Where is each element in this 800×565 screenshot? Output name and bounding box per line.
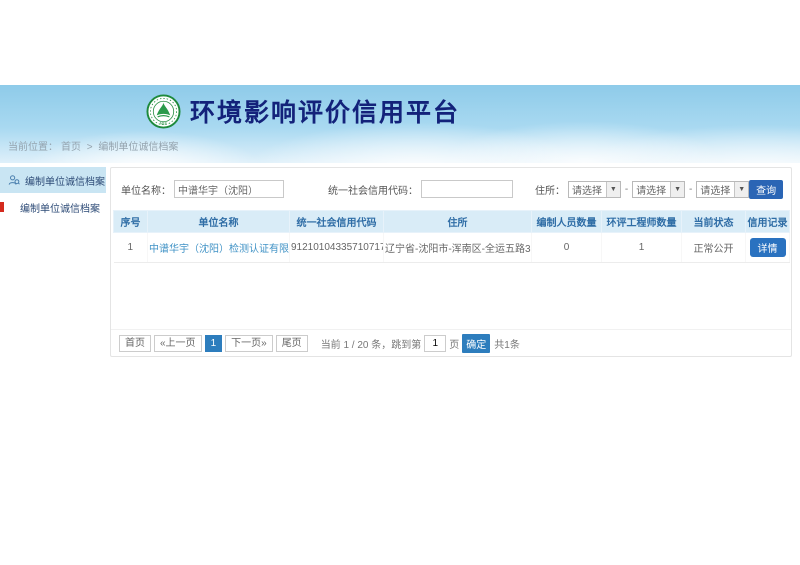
unit-name-link[interactable]: 中谱华宇（沈阳）检测认证有限公司 xyxy=(149,244,290,255)
credit-code-label: 统一社会信用代码： xyxy=(328,182,418,197)
unit-name-label: 单位名称： xyxy=(121,182,171,197)
chevron-down-icon: ▼ xyxy=(734,182,748,197)
sidebar-item-label: 编制单位诚信档案 xyxy=(20,200,100,215)
cell-engineer-count: 1 xyxy=(602,233,682,263)
pagination-page-word: 页 xyxy=(449,336,459,351)
col-index: 序号 xyxy=(114,211,148,233)
person-search-icon xyxy=(8,174,20,186)
pagination-page-1-button[interactable]: 1 xyxy=(205,335,223,352)
pagination: 首页 «上一页 1 下一页» 尾页 当前 1 / 20 条，跳到第 页 确定 共… xyxy=(111,329,791,356)
results-table: 序号 单位名称 统一社会信用代码 住所 编制人员数量 环评工程师数量 当前状态 … xyxy=(113,210,790,263)
col-staff-count: 编制人员数量 xyxy=(532,211,602,233)
city-select[interactable]: 请选择 ▼ xyxy=(632,181,685,198)
jump-confirm-button[interactable]: 确定 xyxy=(462,334,490,353)
col-credit-record: 信用记录 xyxy=(746,211,790,233)
sidebar-item-credit-archive[interactable]: 编制单位诚信档案 xyxy=(0,194,106,220)
main-panel: 单位名称： 统一社会信用代码： 住所： 请选择 ▼ - 请选择 ▼ - 请选择 … xyxy=(110,167,792,357)
credit-code-input[interactable] xyxy=(421,180,513,198)
col-engineer-count: 环评工程师数量 xyxy=(602,211,682,233)
filter-bar: 单位名称： 统一社会信用代码： 住所： 请选择 ▼ - 请选择 ▼ - 请选择 … xyxy=(121,179,783,199)
pagination-next-button[interactable]: 下一页» xyxy=(225,335,273,352)
col-credit-code: 统一社会信用代码 xyxy=(290,211,384,233)
district-select-value: 请选择 xyxy=(697,182,734,197)
pagination-first-button[interactable]: 首页 xyxy=(119,335,151,352)
svg-text:MEE: MEE xyxy=(160,121,168,125)
brand: MEE 环境影响评价信用平台 xyxy=(146,92,460,130)
col-status: 当前状态 xyxy=(682,211,746,233)
page-title: 环境影响评价信用平台 xyxy=(190,93,460,129)
address-label: 住所： xyxy=(535,182,565,197)
district-select[interactable]: 请选择 ▼ xyxy=(696,181,749,198)
chevron-down-icon: ▼ xyxy=(606,182,620,197)
province-select[interactable]: 请选择 ▼ xyxy=(568,181,621,198)
page-jump-input[interactable] xyxy=(424,335,446,352)
table-header-row: 序号 单位名称 统一社会信用代码 住所 编制人员数量 环评工程师数量 当前状态 … xyxy=(114,211,790,233)
sidebar-item-credit-archive-active[interactable]: 编制单位诚信档案 xyxy=(0,167,106,194)
province-select-value: 请选择 xyxy=(569,182,606,197)
breadcrumb-home-link[interactable]: 首页 xyxy=(61,142,81,153)
cell-status: 正常公开 xyxy=(682,233,746,263)
breadcrumb-prefix: 当前位置： xyxy=(8,142,58,153)
city-select-value: 请选择 xyxy=(633,182,670,197)
cell-address: 辽宁省-沈阳市-浑南区-全运五路35-1号楼902 xyxy=(384,233,532,263)
col-unit-name: 单位名称 xyxy=(148,211,290,233)
red-marker-icon xyxy=(0,202,4,212)
pagination-prev-button[interactable]: «上一页 xyxy=(154,335,202,352)
search-button[interactable]: 查询 xyxy=(749,180,783,199)
detail-button[interactable]: 详情 xyxy=(750,238,786,257)
select-separator: - xyxy=(689,184,692,195)
cell-staff-count: 0 xyxy=(532,233,602,263)
pagination-info: 当前 1 / 20 条，跳到第 xyxy=(321,336,422,351)
cell-credit-code: 91210104335710717K xyxy=(290,233,384,263)
pagination-last-button[interactable]: 尾页 xyxy=(276,335,308,352)
breadcrumb-current: 编制单位诚信档案 xyxy=(98,142,178,153)
sidebar-item-label: 编制单位诚信档案 xyxy=(25,173,105,188)
breadcrumb: 当前位置：首页 > 编制单位诚信档案 xyxy=(8,138,181,153)
table-row: 1 中谱华宇（沈阳）检测认证有限公司 91210104335710717K 辽宁… xyxy=(114,233,790,263)
select-separator: - xyxy=(625,184,628,195)
chevron-down-icon: ▼ xyxy=(670,182,684,197)
platform-logo-icon: MEE xyxy=(146,94,181,129)
unit-name-input[interactable] xyxy=(174,180,284,198)
cell-index: 1 xyxy=(114,233,148,263)
sidebar: 编制单位诚信档案 编制单位诚信档案 xyxy=(0,167,106,220)
pagination-total: 共1条 xyxy=(494,336,520,351)
breadcrumb-separator: > xyxy=(87,142,93,153)
col-address: 住所 xyxy=(384,211,532,233)
